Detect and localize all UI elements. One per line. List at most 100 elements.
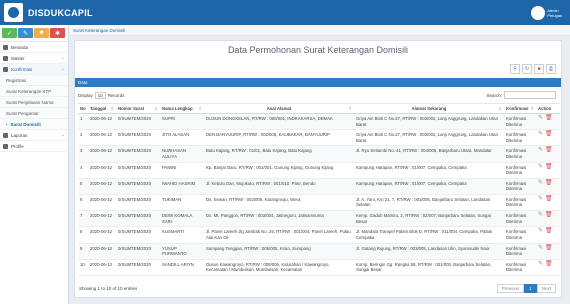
sidebar-item-konfirmasi[interactable]: Konfirmasi ⌄ <box>0 64 68 75</box>
row-actions: ✎ 🗑 <box>536 162 560 179</box>
delete-icon[interactable]: 🗑 <box>545 148 553 154</box>
brand[interactable]: DISDUKCAPIL <box>4 3 93 22</box>
sidebar-subitem-registrasi[interactable]: Registrasi <box>0 75 68 86</box>
row-number: 1 <box>78 113 88 131</box>
breadcrumb-current[interactable]: Surat Keterangan Domisili <box>73 28 125 33</box>
group-shortcut-icon[interactable]: ☻ <box>34 28 49 38</box>
row-current-address: Jl. Mandala Trampel Palam Blok D, RT/RW … <box>354 226 504 244</box>
row-date: 2020-06-12 <box>88 210 116 228</box>
search-label: Search: <box>486 92 502 98</box>
edit-icon[interactable]: ✎ <box>538 131 543 138</box>
delete-icon[interactable]: 🗑 <box>545 261 553 268</box>
sidebar-subitem-ktp[interactable]: Surat Keterangan KTP <box>0 86 68 97</box>
chart-shortcut-icon[interactable]: ✓ <box>2 28 17 38</box>
delete-icon[interactable]: 🗑 <box>545 164 553 171</box>
avatar <box>531 5 546 20</box>
delete-icon[interactable]: 🗑 <box>545 196 553 203</box>
column-header[interactable]: Nomor Surat ⇕ <box>116 103 160 114</box>
column-header[interactable]: Tanggal ⇕ <box>88 103 116 114</box>
delete-icon[interactable]: 🗑 <box>545 131 553 138</box>
refresh-icon[interactable]: ↻ <box>522 64 532 74</box>
page-size-control: Display 10 Records <box>78 92 125 99</box>
row-full-name: SANDILL ARIYN <box>160 259 204 276</box>
sidebar-item-profile[interactable]: Profile <box>0 141 68 152</box>
sidebar-item-laporan[interactable]: Laporan ⌄ <box>0 130 68 141</box>
row-origin-address: Kp. Banjar Baru, RT/RW : 001/001, Gunung… <box>204 162 354 179</box>
breadcrumb: Surat Keterangan Domisili <box>69 25 570 36</box>
user-role: Petugas <box>547 12 562 18</box>
row-letter-number: 0/SUMTEM/2020 <box>116 178 160 195</box>
topbar: DISDUKCAPIL Admin Petugas <box>0 0 570 25</box>
table-row: 3 2020-06-12 0/SUMTEM/2020 NURHASAN AULIYA B… <box>78 145 560 163</box>
row-origin-address: DEN BANYUURIP, RT/RW : 002/008, KALIBAKA… <box>204 129 354 147</box>
search-icon[interactable]: ⚲ <box>510 64 520 74</box>
edit-icon[interactable]: ✎ <box>538 229 543 235</box>
edit-icon[interactable]: ✎ <box>538 115 543 122</box>
row-status: Konfirmasi Diterima <box>504 178 536 195</box>
edit-icon[interactable]: ✎ <box>538 261 543 268</box>
row-number: 6 <box>78 194 88 212</box>
sidebar-item-master[interactable]: Master ⌄ <box>0 53 68 64</box>
user-icon <box>3 143 8 149</box>
home-icon <box>3 44 8 50</box>
sidebar-item-beranda[interactable]: Beranda <box>0 42 68 53</box>
edit-icon[interactable]: ✎ <box>538 148 543 154</box>
chevron-right-icon: › <box>6 121 8 127</box>
table-icon <box>3 55 8 61</box>
sidebar-subitem-penjelasan-nama[interactable]: Surat Penjelasan Nama <box>0 97 68 108</box>
sidebar-subitem-pengantar[interactable]: Surat Pengantar <box>0 108 68 119</box>
show-prefix: Display <box>78 93 93 98</box>
delete-icon[interactable]: 🗑 <box>545 245 553 252</box>
row-letter-number: 0/SUMTEM/2020 <box>116 194 160 212</box>
pagination-next[interactable]: Next <box>536 284 556 293</box>
table-tools: ⚲ ↻ ■ ⎙ <box>510 64 556 74</box>
delete-icon[interactable]: 🗑 <box>545 212 553 219</box>
row-number: 8 <box>78 226 88 244</box>
row-date: 2020-06-12 <box>88 145 116 163</box>
table-body: 1 2020-06-12 0/SUMTEM/2020 SUPRI DUSUN DONGK… <box>78 113 560 276</box>
search-input[interactable] <box>504 91 556 99</box>
edit-icon[interactable]: ✎ <box>538 245 543 252</box>
column-header[interactable]: Alamat Sekarang ⇕ <box>354 103 504 114</box>
sidebar-menu: Beranda Master ⌄ Konfirmasi ⌄ Registrasi S… <box>0 42 68 152</box>
pdf-export-icon[interactable]: ■ <box>534 64 544 74</box>
row-actions: ✎ 🗑 <box>536 194 560 212</box>
sidebar-subitem-domisili[interactable]: › Surat Domisili <box>0 119 68 130</box>
row-status: Konfirmasi Diterima <box>504 162 536 179</box>
edit-icon[interactable]: ✎ <box>538 180 543 187</box>
pagination-page[interactable]: 1 <box>524 284 537 293</box>
delete-icon[interactable]: 🗑 <box>545 115 553 122</box>
edit-icon[interactable]: ✎ <box>538 212 543 219</box>
table-row: 9 2020-06-12 0/SUMTEM/2020 YUSUP PURWANTO Su… <box>78 243 560 260</box>
delete-icon[interactable]: 🗑 <box>545 229 553 235</box>
column-header[interactable]: Konfirmasi ⇕ <box>504 103 536 114</box>
print-icon[interactable]: ⎙ <box>546 64 556 74</box>
table-search: Search: <box>486 91 556 99</box>
edit-icon[interactable]: ✎ <box>538 164 543 171</box>
edit-icon[interactable]: ✎ <box>538 196 543 203</box>
column-header[interactable]: No <box>78 103 88 114</box>
pagination-previous[interactable]: Previous <box>496 284 525 293</box>
table-heading: Data <box>75 78 561 87</box>
row-status: Konfirmasi Diterima <box>504 145 536 163</box>
chevron-down-icon: ⌄ <box>60 55 65 61</box>
delete-icon[interactable]: 🗑 <box>545 180 553 187</box>
list-icon <box>3 66 8 72</box>
settings-shortcut-icon[interactable]: ✱ <box>50 28 65 38</box>
row-current-address: Kampung Harapan, RT/RW : 01/007, Cempaka… <box>354 162 504 179</box>
table-row: 7 2020-06-12 0/SUMTEM/2020 DEWI KOMALA SARI… <box>78 210 560 228</box>
column-header: Action <box>536 103 560 114</box>
row-origin-address: Dusun Kawangroyo, RT/RW : 009/006, Kalur… <box>204 259 354 276</box>
row-date: 2020-06-12 <box>88 243 116 260</box>
row-full-name: KUSMARTI <box>160 226 204 244</box>
sort-icon: ⇕ <box>154 106 158 111</box>
pencil-shortcut-icon[interactable]: ✎ <box>18 28 33 38</box>
row-status: Konfirmasi Diterima <box>504 226 536 244</box>
table-row: 10 2020-06-12 0/SUMTEM/2020 SANDILL ARIYN Du… <box>78 259 560 276</box>
page-size-select[interactable]: 10 <box>94 92 106 99</box>
column-header[interactable]: Nama Lengkap ⇕ <box>160 103 204 114</box>
table-row: 2 2020-06-12 0/SUMTEM/2020 JITO ALASAN DEN B… <box>78 129 560 147</box>
row-actions: ✎ 🗑 <box>536 243 560 260</box>
user-menu[interactable]: Admin Petugas <box>531 3 562 22</box>
column-header[interactable]: Asal Alamat ⇕ <box>204 103 354 114</box>
